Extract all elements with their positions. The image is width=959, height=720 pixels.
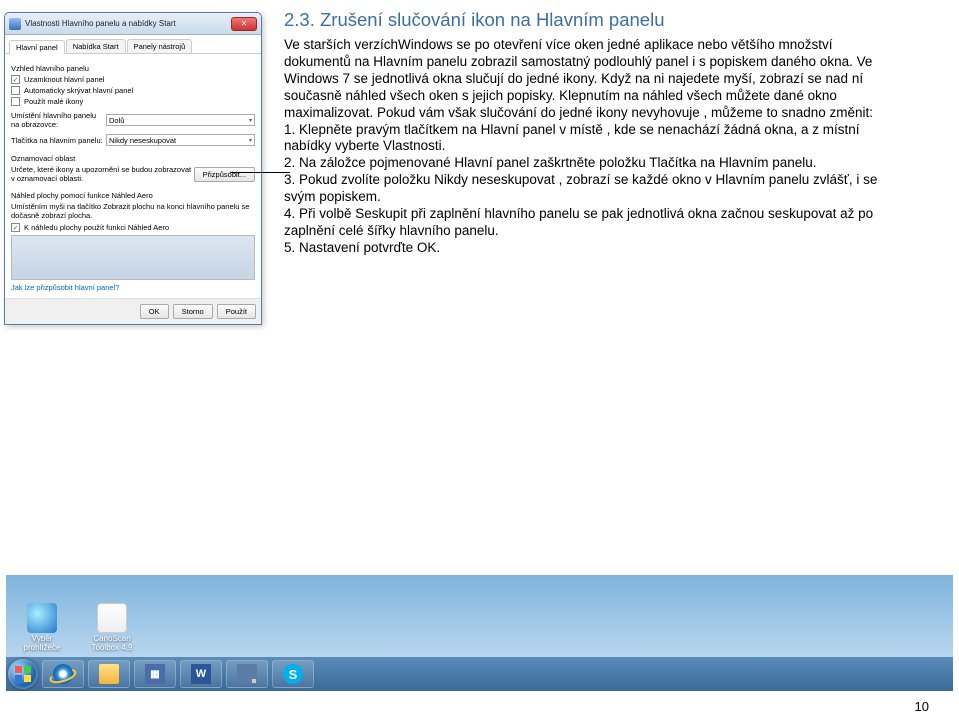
checkbox-aero[interactable]: ✓	[11, 223, 20, 232]
desktop-icon-browser[interactable]: Výběr prohlížeče	[14, 603, 70, 653]
para-intro: Ve starších verzíchWindows se po otevřen…	[284, 37, 894, 121]
taskbar-word[interactable]: W	[180, 660, 222, 688]
label-autohide: Automaticky skrývat hlavní panel	[24, 86, 133, 95]
taskbar-ie[interactable]	[42, 660, 84, 688]
section-aero: Náhled plochy pomocí funkce Náhled Aero	[11, 191, 255, 200]
floppy-icon	[237, 664, 257, 684]
properties-dialog: Vlastnosti Hlavního panelu a nabídky Sta…	[4, 12, 262, 325]
para-step-4: 4. Při volbě Seskupit při zaplnění hlavn…	[284, 206, 894, 240]
word-icon: W	[191, 664, 211, 684]
aero-desc: Umístěním myši na tlačítko Zobrazit ploc…	[11, 202, 255, 220]
cancel-button[interactable]: Storno	[173, 304, 213, 319]
para-step-1: 1. Klepněte pravým tlačítkem na Hlavní p…	[284, 122, 894, 156]
checkbox-small-icons[interactable]	[11, 97, 20, 106]
tab-nabidka-start[interactable]: Nabídka Start	[66, 39, 126, 53]
page-number: 10	[915, 699, 929, 714]
ie-icon	[53, 664, 73, 684]
label-buttons: Tlačítka na hlavním panelu:	[11, 136, 106, 145]
dropdown-position[interactable]: Dolů	[106, 114, 255, 126]
section-appearance: Vzhled hlavního panelu	[11, 64, 255, 73]
desktop-icon-scanner[interactable]: CanoScan Toolbox 4.9	[84, 603, 140, 653]
label-notification-desc: Určete, které ikony a upozornění se budo…	[11, 165, 194, 183]
dialog-tabs: Hlavní panel Nabídka Start Panely nástro…	[5, 35, 261, 54]
taskbar: ▦ W S	[6, 657, 953, 691]
label-aero: K náhledu plochy použít funkci Náhled Ae…	[24, 223, 169, 232]
label-small-icons: Použít malé ikony	[24, 97, 83, 106]
app-icon	[9, 18, 21, 30]
dropdown-buttons[interactable]: Nikdy neseskupovat	[106, 134, 255, 146]
skype-icon: S	[283, 664, 303, 684]
desktop-background: Výběr prohlížeče CanoScan Toolbox 4.9	[6, 575, 953, 657]
taskbar-explorer[interactable]	[88, 660, 130, 688]
callout-arrow	[230, 172, 290, 174]
customize-button[interactable]: Přizpůsobit...	[194, 167, 255, 182]
ok-button[interactable]: OK	[140, 304, 169, 319]
section-notification: Oznamovací oblast	[11, 154, 255, 163]
taskbar-screenshot: Výběr prohlížeče CanoScan Toolbox 4.9 ▦ …	[6, 575, 953, 691]
desktop-label-browser: Výběr prohlížeče	[14, 635, 70, 653]
label-position: Umístění hlavního panelu na obrazovce:	[11, 111, 106, 129]
help-link[interactable]: Jak lze přizpůsobit hlavní panel?	[11, 283, 255, 292]
checkbox-autohide[interactable]	[11, 86, 20, 95]
tab-panely-nastroju[interactable]: Panely nástrojů	[127, 39, 193, 53]
taskbar-tc[interactable]: ▦	[134, 660, 176, 688]
taskbar-skype[interactable]: S	[272, 660, 314, 688]
dropdown-buttons-value: Nikdy neseskupovat	[109, 136, 176, 145]
para-step-2: 2. Na záložce pojmenované Hlavní panel z…	[284, 155, 894, 172]
checkbox-lock[interactable]: ✓	[11, 75, 20, 84]
taskbar-save[interactable]	[226, 660, 268, 688]
preview-image	[11, 235, 255, 280]
titlebar[interactable]: Vlastnosti Hlavního panelu a nabídky Sta…	[5, 13, 261, 35]
globe-icon	[27, 603, 57, 633]
tab-hlavni-panel[interactable]: Hlavní panel	[9, 40, 65, 54]
desktop-label-scanner: CanoScan Toolbox 4.9	[84, 635, 140, 653]
dialog-title: Vlastnosti Hlavního panelu a nabídky Sta…	[25, 19, 231, 28]
body-text: Ve starších verzíchWindows se po otevřen…	[284, 37, 894, 256]
tc-icon: ▦	[145, 664, 165, 684]
close-icon[interactable]: ✕	[231, 17, 257, 31]
dropdown-position-value: Dolů	[109, 116, 124, 125]
start-button[interactable]	[8, 659, 38, 689]
folder-icon	[99, 664, 119, 684]
label-lock: Uzamknout hlavní panel	[24, 75, 104, 84]
para-step-3: 3. Pokud zvolíte položku Nikdy neseskupo…	[284, 172, 894, 206]
para-step-5: 5. Nastavení potvrďte OK.	[284, 240, 894, 257]
scanner-icon	[97, 603, 127, 633]
section-heading: 2.3. Zrušení slučování ikon na Hlavním p…	[284, 8, 894, 31]
apply-button[interactable]: Použít	[217, 304, 256, 319]
